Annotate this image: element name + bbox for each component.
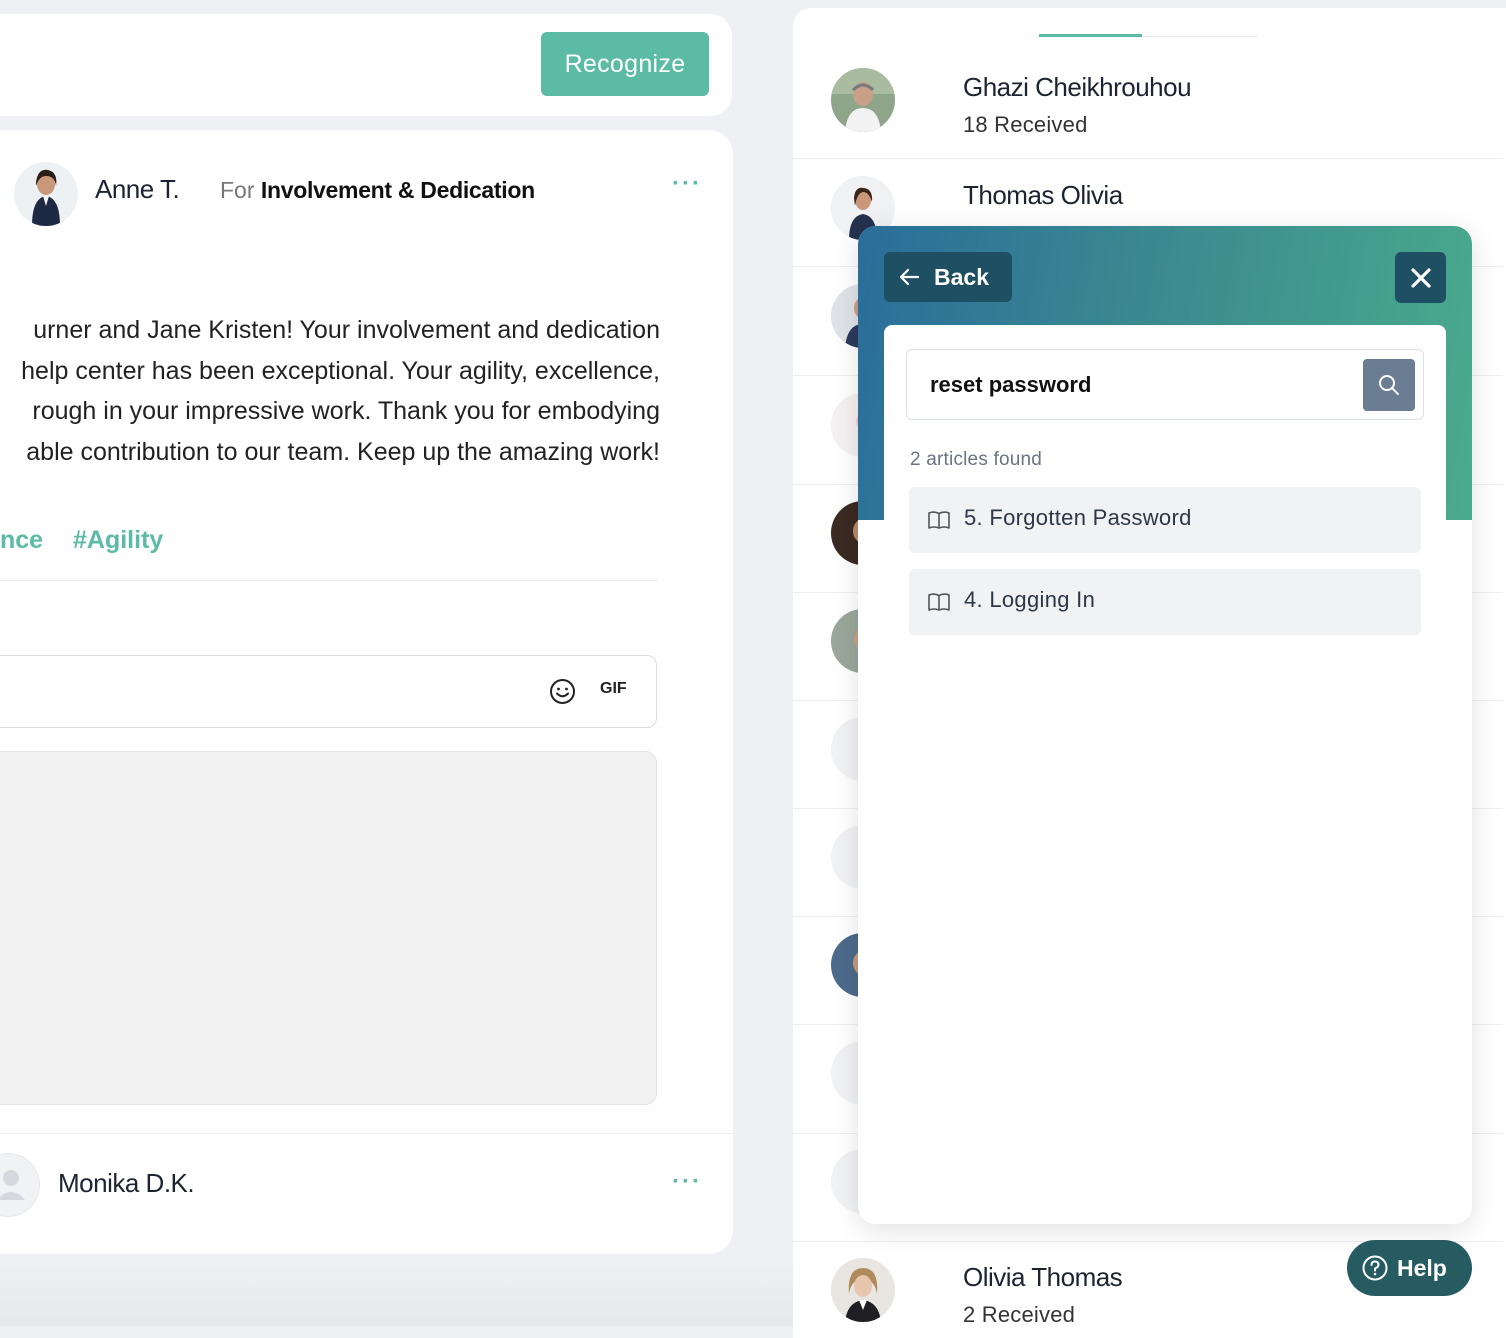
avatar[interactable] xyxy=(831,68,895,132)
post-more-menu[interactable]: ··· xyxy=(672,1168,702,1196)
post-author-name[interactable]: Monika D.K. xyxy=(58,1168,195,1199)
gif-preview-area xyxy=(0,751,657,1105)
results-count: 2 articles found xyxy=(910,449,1043,470)
search-field[interactable] xyxy=(906,349,1424,420)
avatar[interactable] xyxy=(831,1258,895,1322)
hashtag-agility[interactable]: #Agility xyxy=(73,526,163,555)
arrow-left-icon xyxy=(899,268,920,286)
post-category: For Involvement & Dedication xyxy=(220,177,535,204)
tab-divider xyxy=(1142,36,1257,37)
help-label: Help xyxy=(1397,1254,1447,1281)
help-widget: Back 2 articles found 5. Forgotten Passw… xyxy=(858,226,1472,1224)
back-button[interactable]: Back xyxy=(884,252,1012,302)
post-more-menu[interactable]: ··· xyxy=(672,170,702,198)
page-background xyxy=(0,1262,793,1326)
back-label: Back xyxy=(934,263,989,290)
search-input[interactable] xyxy=(930,372,1330,398)
article-result[interactable]: 5. Forgotten Password xyxy=(909,487,1421,553)
article-result[interactable]: 4. Logging In xyxy=(909,569,1421,635)
post-body: urner and Jane Kristen! Your involvement… xyxy=(0,310,660,472)
divider xyxy=(0,1133,733,1134)
emoji-icon[interactable] xyxy=(549,678,576,705)
book-icon xyxy=(928,511,950,529)
article-title: 5. Forgotten Password xyxy=(964,505,1192,530)
leaderboard-name[interactable]: Thomas Olivia xyxy=(963,180,1123,211)
help-button[interactable]: Help xyxy=(1347,1240,1472,1296)
help-icon xyxy=(1362,1255,1388,1281)
search-button[interactable] xyxy=(1363,359,1415,411)
post-line: able contribution to our team. Keep up t… xyxy=(26,437,660,466)
recognize-button[interactable]: Recognize xyxy=(541,32,709,96)
search-icon xyxy=(1379,375,1399,395)
leaderboard-name[interactable]: Olivia Thomas xyxy=(963,1262,1123,1293)
book-icon xyxy=(928,593,950,611)
divider xyxy=(0,580,657,581)
leaderboard-name[interactable]: Ghazi Cheikhrouhou xyxy=(963,72,1192,103)
for-prefix: For xyxy=(220,177,255,203)
category-name: Involvement & Dedication xyxy=(260,177,535,203)
close-button[interactable] xyxy=(1395,252,1446,303)
tab-active-indicator xyxy=(1039,34,1142,37)
post-line: urner and Jane Kristen! Your involvement… xyxy=(33,316,660,344)
hashtag[interactable]: nce xyxy=(0,526,43,555)
help-widget-body: 2 articles found 5. Forgotten Password 4… xyxy=(884,325,1446,1224)
leaderboard-count: 2 Received xyxy=(963,1302,1076,1327)
post-author-name[interactable]: Anne T. xyxy=(95,174,180,205)
avatar[interactable] xyxy=(14,162,78,226)
post-line: rough in your impressive work. Thank you… xyxy=(32,397,660,425)
close-icon xyxy=(1410,267,1431,288)
leaderboard-count: 18 Received xyxy=(963,112,1088,137)
gif-button[interactable]: GIF xyxy=(600,680,627,698)
post-line: help center has been exceptional. Your a… xyxy=(21,356,660,385)
article-title: 4. Logging In xyxy=(964,587,1096,612)
divider xyxy=(793,158,1503,159)
